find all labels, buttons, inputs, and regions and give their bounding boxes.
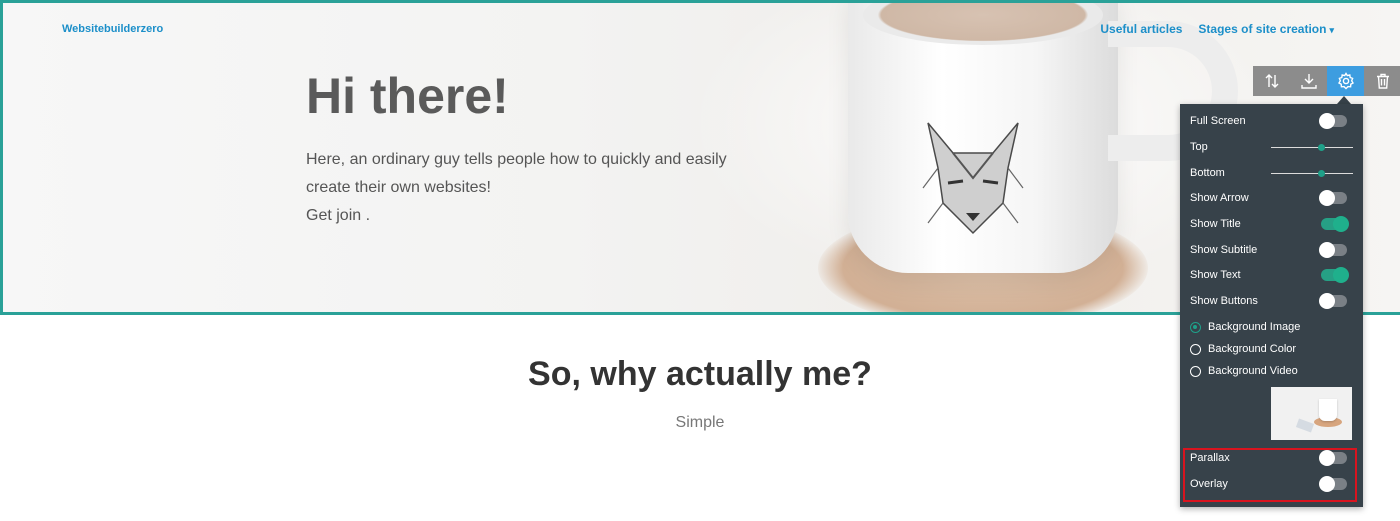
background-image-label: Background Image — [1208, 321, 1301, 333]
radio-checked-icon — [1190, 321, 1201, 333]
settings-panel: Full Screen Top Bottom Show Arrow Show T… — [1180, 104, 1363, 507]
radio-unchecked-icon — [1190, 365, 1201, 377]
top-padding-slider[interactable] — [1271, 143, 1353, 151]
bottom-padding-slider[interactable] — [1271, 169, 1353, 177]
full-screen-row: Full Screen — [1190, 111, 1353, 131]
move-block-button[interactable] — [1253, 66, 1290, 96]
slider-handle[interactable] — [1318, 143, 1325, 151]
toggle-knob — [1333, 216, 1349, 232]
toggle-knob — [1319, 190, 1335, 206]
background-video-label: Background Video — [1208, 365, 1298, 377]
trash-icon — [1376, 73, 1389, 89]
background-color-option[interactable]: Background Color — [1190, 339, 1353, 359]
background-image-option[interactable]: Background Image — [1190, 317, 1353, 337]
sort-icon — [1265, 74, 1278, 88]
brand-logo[interactable]: Websitebuilderzero — [62, 23, 163, 35]
top-nav: Useful articles Stages of site creation ▾ — [1100, 22, 1334, 36]
save-block-button[interactable] — [1290, 66, 1327, 96]
show-title-row: Show Title — [1190, 214, 1353, 234]
show-subtitle-toggle[interactable] — [1319, 242, 1347, 258]
hero-text-line: create their own websites! — [306, 179, 491, 196]
block-settings-button[interactable] — [1327, 66, 1364, 96]
delete-block-button[interactable] — [1364, 66, 1400, 96]
radio-unchecked-icon — [1190, 343, 1201, 355]
background-color-label: Background Color — [1208, 343, 1297, 355]
wolf-illustration-icon — [922, 122, 1024, 235]
show-arrow-row: Show Arrow — [1190, 188, 1353, 208]
top-padding-row: Top — [1190, 137, 1353, 157]
show-subtitle-row: Show Subtitle — [1190, 240, 1353, 260]
toggle-knob — [1319, 113, 1335, 129]
download-icon — [1300, 74, 1317, 89]
block-toolbar — [1253, 66, 1400, 96]
slider-handle[interactable] — [1318, 169, 1325, 177]
background-image-thumbnail[interactable] — [1271, 387, 1352, 440]
hero-text-line: Here, an ordinary guy tells people how t… — [306, 151, 727, 168]
parallax-overlay-highlight-box — [1183, 448, 1357, 502]
show-arrow-toggle[interactable] — [1319, 190, 1347, 206]
chevron-down-icon: ▾ — [1329, 25, 1334, 35]
show-buttons-row: Show Buttons — [1190, 291, 1353, 311]
hero-text: Here, an ordinary guy tells people how t… — [306, 146, 826, 230]
nav-link-stages-label: Stages of site creation — [1198, 22, 1327, 36]
thumbnail-mug — [1319, 399, 1337, 421]
show-title-toggle[interactable] — [1321, 216, 1349, 232]
nav-link-useful-articles[interactable]: Useful articles — [1100, 22, 1182, 36]
toggle-knob — [1319, 242, 1335, 258]
full-screen-toggle[interactable] — [1319, 113, 1347, 129]
show-text-row: Show Text — [1190, 265, 1353, 285]
toggle-knob — [1319, 293, 1335, 309]
nav-link-stages-dropdown[interactable]: Stages of site creation ▾ — [1198, 22, 1334, 36]
show-buttons-toggle[interactable] — [1319, 293, 1347, 309]
background-video-option[interactable]: Background Video — [1190, 361, 1353, 381]
bottom-padding-row: Bottom — [1190, 163, 1353, 183]
toggle-knob — [1333, 267, 1349, 283]
settings-panel-pointer — [1337, 96, 1351, 104]
thumbnail-phone — [1295, 418, 1315, 433]
page: Websitebuilderzero Useful articles Stage… — [0, 0, 1400, 521]
show-text-toggle[interactable] — [1321, 267, 1349, 283]
gear-icon — [1337, 72, 1354, 90]
hero-text-line: Get join . — [306, 207, 371, 224]
hero-title: Hi there! — [306, 68, 509, 124]
